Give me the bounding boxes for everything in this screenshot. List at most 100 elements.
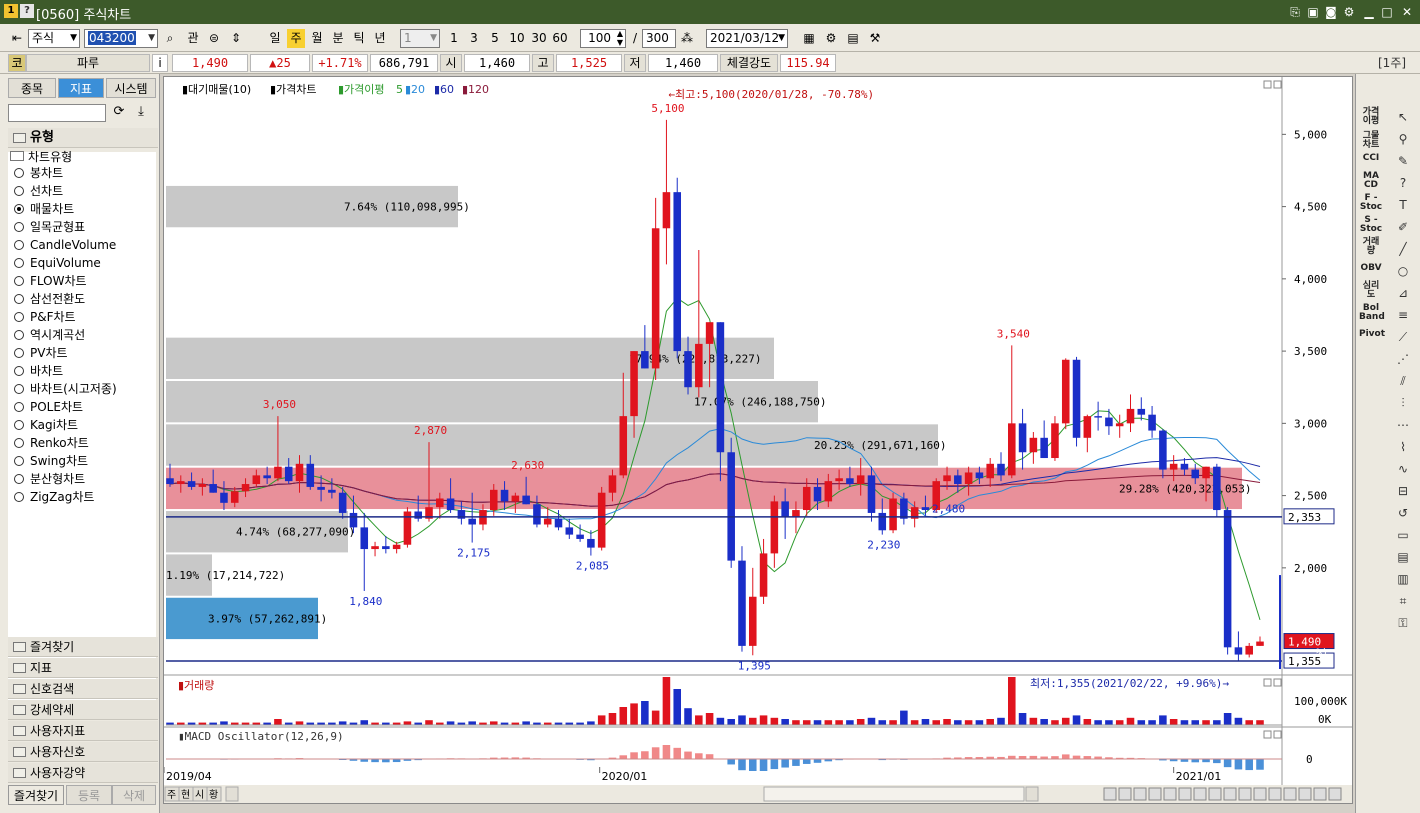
close-icon[interactable]: ✕ [1398,3,1416,21]
zoom-in-icon[interactable] [1118,787,1132,801]
period-minute[interactable]: 분 [329,29,347,48]
bottom-tab-register[interactable]: 등록 [66,785,112,805]
wave-icon[interactable]: ⌇ [1392,438,1414,456]
folder-item[interactable]: 사용자신호 [8,742,158,762]
chart-area[interactable]: 7.64% (110,098,995)17.94% (229,813,227)1… [163,76,1353,804]
tree-root[interactable]: 차트유형 [10,148,72,165]
indicator-shortcut[interactable]: 거래 량 [1359,238,1383,256]
period-year[interactable]: 년 [371,29,389,48]
prev-arrow-icon[interactable]: ⇤ [8,29,26,48]
chart-type-item[interactable]: 분산형차트 [14,470,85,488]
folder-item[interactable]: 지표 [8,658,158,678]
restore-icon[interactable]: ⎘ [1286,3,1304,21]
chart-type-item[interactable]: 봉차트 [14,164,63,182]
triangle-icon[interactable]: ⊿ [1392,284,1414,302]
refresh-icon[interactable]: ⟳ [110,104,128,122]
settings-icon[interactable] [1328,787,1342,801]
trend-line-icon[interactable]: ⟋ [1392,328,1414,346]
scroll-left-icon[interactable] [225,786,239,802]
back-icon[interactable] [1283,787,1297,801]
stock-code-input[interactable]: 043200 ▼ [84,29,158,48]
copy-icon[interactable]: ▣ [1304,3,1322,21]
line-icon[interactable]: ╱ [1392,240,1414,258]
pointer-icon[interactable]: ⚲ [1392,130,1414,148]
radio-icon[interactable] [14,240,24,250]
quick-60[interactable]: 60 [550,29,570,48]
kwan-button[interactable]: 관 [183,29,203,48]
chart-type-item[interactable]: 역시계곡선 [14,326,85,344]
panel-close-icon[interactable] [1273,80,1282,89]
wrench-icon[interactable]: ⚿ [1392,614,1414,632]
indicator-shortcut[interactable]: Pivot [1359,330,1385,339]
chart-type-item[interactable]: 바차트(시고저종) [14,380,117,398]
scroll-right-icon[interactable] [1025,786,1039,802]
save-icon[interactable]: ▤ [844,29,862,48]
folder-item[interactable]: 사용자강약 [8,763,158,783]
zoom-out-icon[interactable] [1133,787,1147,801]
chart-type-item[interactable]: 바차트 [14,362,63,380]
radio-icon[interactable] [14,420,24,430]
plus-icon[interactable] [1148,787,1162,801]
indicator-shortcut[interactable]: CCI [1359,154,1383,163]
interval-select[interactable]: 1 ▼ [400,29,440,48]
save-icon[interactable] [1238,787,1252,801]
indicator-search-input[interactable] [8,104,106,122]
last-icon[interactable] [1298,787,1312,801]
line-style-icon[interactable] [1208,787,1222,801]
volume-panel-maximize-icon[interactable] [1263,678,1272,687]
radio-icon[interactable] [14,222,24,232]
panel-maximize-icon[interactable] [1263,80,1272,89]
period-day[interactable]: 일 [266,29,284,48]
info-icon[interactable]: i [152,54,168,72]
chart-type-item[interactable]: 일목균형표 [14,218,85,236]
chart-type-item[interactable]: FLOW차트 [14,272,87,290]
indicator-shortcut[interactable]: 심리 도 [1359,282,1383,300]
chart-type-item[interactable]: P&F차트 [14,308,76,326]
chart-type-item[interactable]: POLE차트 [14,398,83,416]
list-icon[interactable]: ▤ [1392,548,1414,566]
radio-icon[interactable] [14,348,24,358]
print-icon[interactable] [1253,787,1267,801]
excel-icon[interactable] [1223,787,1237,801]
hash-icon[interactable]: ⌗ [1392,592,1414,610]
prev-icon[interactable] [1163,787,1177,801]
quick-1[interactable]: 1 [446,29,462,48]
chart-type-item[interactable]: 삼선전환도 [14,290,85,308]
radio-icon[interactable] [14,384,24,394]
layout-icon[interactable]: ▦ [800,29,818,48]
chart-type-item[interactable]: Kagi차트 [14,416,78,434]
quick-5[interactable]: 5 [487,29,503,48]
radio-icon[interactable] [14,276,24,286]
date-select[interactable]: 2021/03/12 ▼ [706,29,788,48]
tab-system[interactable]: 시스템 [106,78,156,98]
download-icon[interactable]: ⤓ [132,104,150,122]
indicator-shortcut[interactable]: 그물 차트 [1359,132,1383,150]
folder-item[interactable]: 신호검색 [8,679,158,699]
circle-icon[interactable]: ○ [1392,262,1414,280]
horizontal-line-icon[interactable]: ≡ [1392,306,1414,324]
period-week[interactable]: 주 [287,29,305,48]
tab-indicator[interactable]: 지표 [58,78,104,98]
chart-type-item[interactable]: 선차트 [14,182,63,200]
radio-icon[interactable] [14,168,24,178]
period-month[interactable]: 월 [308,29,326,48]
radio-icon[interactable] [14,186,24,196]
play-icon[interactable] [1193,787,1207,801]
pen-icon[interactable]: ✎ [1392,152,1414,170]
chart-svg[interactable]: 7.64% (110,098,995)17.94% (229,813,227)1… [163,77,1352,803]
indicator-shortcut[interactable]: Bol Band [1359,304,1385,322]
stop-icon[interactable] [1178,787,1192,801]
indicator-shortcut[interactable]: S - Stoc [1359,216,1383,234]
quick-30[interactable]: 30 [529,29,549,48]
chart-type-item[interactable]: Renko차트 [14,434,89,452]
view-count-input[interactable]: 100 ▲ ▼ [580,29,626,48]
market-select[interactable]: 주식 ▼ [28,29,80,48]
chart-type-item[interactable]: PV차트 [14,344,68,362]
radio-icon[interactable] [14,330,24,340]
forward-icon[interactable] [1313,787,1327,801]
bottom-tab-delete[interactable]: 삭제 [112,785,156,805]
period-tick[interactable]: 틱 [350,29,368,48]
chart-icon[interactable] [1268,787,1282,801]
indicator-shortcut[interactable]: 가격 이평 [1359,108,1383,126]
dots-icon[interactable]: ⋯ [1392,416,1414,434]
